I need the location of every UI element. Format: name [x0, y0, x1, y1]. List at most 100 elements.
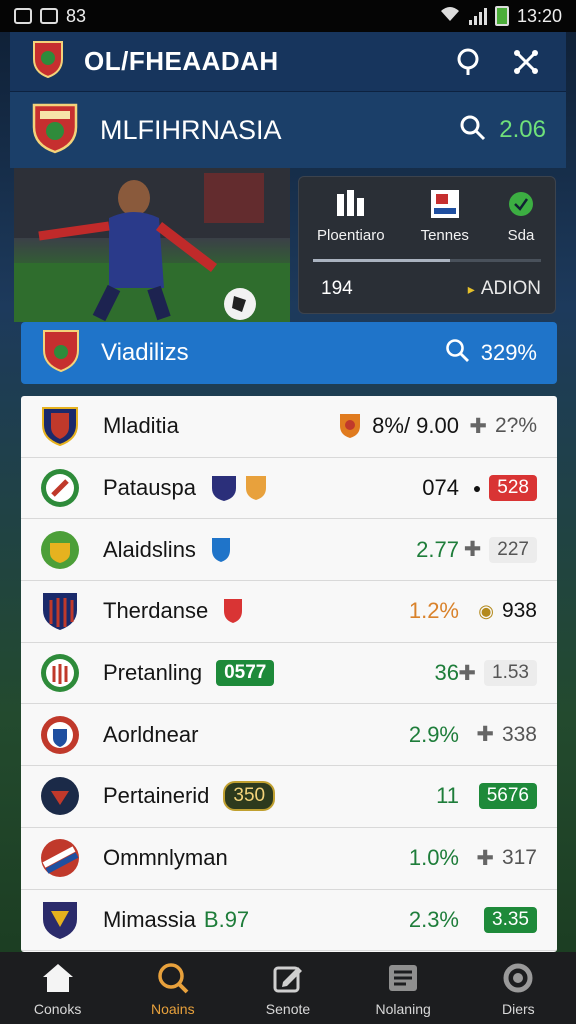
league-score: 2.06: [499, 116, 546, 143]
league-header: MLFIHRNASIA 2.06: [10, 92, 566, 168]
nav-item-edit[interactable]: Senote: [233, 959, 343, 1017]
link-icon: ✚: [458, 661, 477, 685]
team-name: Therdanse: [103, 598, 209, 624]
team-odds: 5676: [478, 783, 537, 810]
odds-value: 938: [501, 599, 537, 623]
action-label: ADION: [480, 278, 541, 299]
search-icon[interactable]: [445, 338, 471, 369]
shield-icon: [210, 474, 236, 502]
team-name: Pretanling: [103, 660, 203, 686]
odds-value: 227: [489, 536, 537, 563]
coin-icon: ◉: [478, 600, 494, 621]
nav-label: Noains: [150, 1001, 195, 1017]
dot-icon: ●: [472, 480, 482, 497]
list-item[interactable]: Alaidslins 2.77 ✚ 227: [21, 519, 557, 582]
team-crest-icon: [39, 714, 81, 756]
tab-indicator: [313, 259, 541, 262]
team-name: Alaidslins: [103, 536, 196, 562]
league-title: MLFIHRNASIA: [100, 114, 282, 145]
team-crest-icon: [39, 652, 81, 694]
list-item[interactable]: Patauspa 074 ● 528: [21, 458, 557, 520]
list-item[interactable]: Therdanse 1.2% ◉ 938: [21, 581, 557, 643]
team-value: 2.9%: [408, 721, 459, 747]
tab-tennes[interactable]: Tennes: [421, 189, 469, 257]
action-button[interactable]: ▸ ADION: [468, 278, 541, 300]
link-icon: ✚: [463, 538, 482, 562]
list-item[interactable]: Mimassia B.97 2.3% 3.35: [21, 890, 557, 952]
team-odds: ✚ 338: [476, 722, 537, 747]
status-left-text: 83: [66, 5, 87, 26]
section-crest-icon: [41, 328, 81, 379]
refresh-icon: [499, 959, 537, 997]
team-value: 11: [436, 783, 459, 809]
team-odds: 3.35: [484, 906, 537, 933]
gallery-icon: [14, 8, 32, 24]
team-value: 1.0%: [408, 845, 459, 871]
location-icon[interactable]: [448, 42, 488, 82]
tab-sda[interactable]: Sda: [505, 189, 537, 257]
team-badge: B.97: [203, 906, 250, 932]
shield-icon: [338, 412, 362, 440]
team-odds: ● 528: [472, 475, 537, 502]
team-badges: [210, 536, 234, 564]
list-item[interactable]: Aorldnear 2.9% ✚ 338: [21, 704, 557, 767]
link-icon: ✚: [469, 414, 487, 438]
shield-icon: [244, 474, 268, 502]
nav-label: Nolaning: [375, 1001, 431, 1017]
signal-icon: [468, 7, 487, 25]
team-odds: ✚ 227: [463, 536, 537, 563]
shield-icon: [222, 597, 246, 625]
list-item[interactable]: Ommnlyman 1.0% ✚ 317: [21, 828, 557, 890]
tab-label: Ploentiaro: [317, 227, 385, 244]
hero-section: Ploentiaro Tennes Sda 194 ▸ ADION: [10, 168, 566, 322]
team-name: Mimassia: [103, 906, 196, 932]
team-odds: ✚ 2?%: [469, 414, 537, 439]
nav-label: Senote: [265, 1001, 311, 1017]
list-item[interactable]: Mladitia 8%/ 9.00 ✚ 2?%: [21, 396, 557, 458]
odds-value: 3.35: [484, 906, 537, 933]
team-odds: ✚ 1.53: [458, 660, 537, 687]
ball-icon: [505, 189, 537, 219]
section-value: 329%: [480, 340, 537, 365]
battery-icon: [494, 6, 509, 26]
team-crest-icon: [39, 590, 81, 632]
list-item[interactable]: Pertainerid 350 11 5676: [21, 766, 557, 828]
nav-item-list[interactable]: Nolaning: [348, 959, 458, 1017]
nav-label: Diers: [502, 1001, 535, 1017]
tab-stats[interactable]: Ploentiaro: [317, 189, 385, 257]
team-name: Mladitia: [103, 413, 179, 439]
share-icon[interactable]: [506, 42, 546, 82]
section-title: Viadilizs: [101, 339, 189, 366]
team-badges: 0577: [216, 660, 275, 687]
link-icon: ✚: [476, 846, 494, 870]
nav-item-home[interactable]: Conoks: [3, 959, 113, 1017]
team-value: 074: [422, 475, 459, 501]
team-badges: [210, 474, 268, 502]
player-photo[interactable]: [14, 168, 290, 322]
home-icon: [39, 959, 77, 997]
team-badges: [222, 597, 246, 625]
edit-icon: [269, 959, 307, 997]
list-item[interactable]: Pretanling 0577 36 ✚ 1.53: [21, 643, 557, 705]
team-value: 1.2%: [408, 598, 459, 624]
nav-item-search[interactable]: Noains: [118, 959, 228, 1017]
odds-value: 528: [489, 475, 537, 502]
team-odds: ✚ 317: [476, 846, 537, 871]
odds-value: 317: [501, 846, 537, 870]
link-icon: ✚: [476, 723, 494, 747]
section-bar: Viadilizs 329%: [21, 322, 557, 384]
team-badge: 0577: [216, 660, 275, 687]
tab-label: Tennes: [420, 227, 469, 244]
league-crest-icon: [30, 101, 80, 160]
nav-label: Conoks: [33, 1001, 82, 1017]
team-value-group: 8%/ 9.00: [338, 412, 459, 440]
team-list: Mladitia 8%/ 9.00 ✚ 2?% Patauspa 074 ● 5…: [21, 396, 557, 952]
team-odds: ◉ 938: [478, 599, 537, 623]
app-container: OL/FHEAADAH MLFIHRNASIA 2.06 Ploentiaro …: [10, 32, 566, 952]
search-icon[interactable]: [459, 114, 487, 147]
team-crest-icon: [39, 529, 81, 571]
shield-icon: [210, 536, 234, 564]
nav-item-refresh[interactable]: Diers: [463, 959, 573, 1017]
team-badges: B.97: [204, 907, 249, 933]
wifi-icon: [439, 5, 461, 28]
